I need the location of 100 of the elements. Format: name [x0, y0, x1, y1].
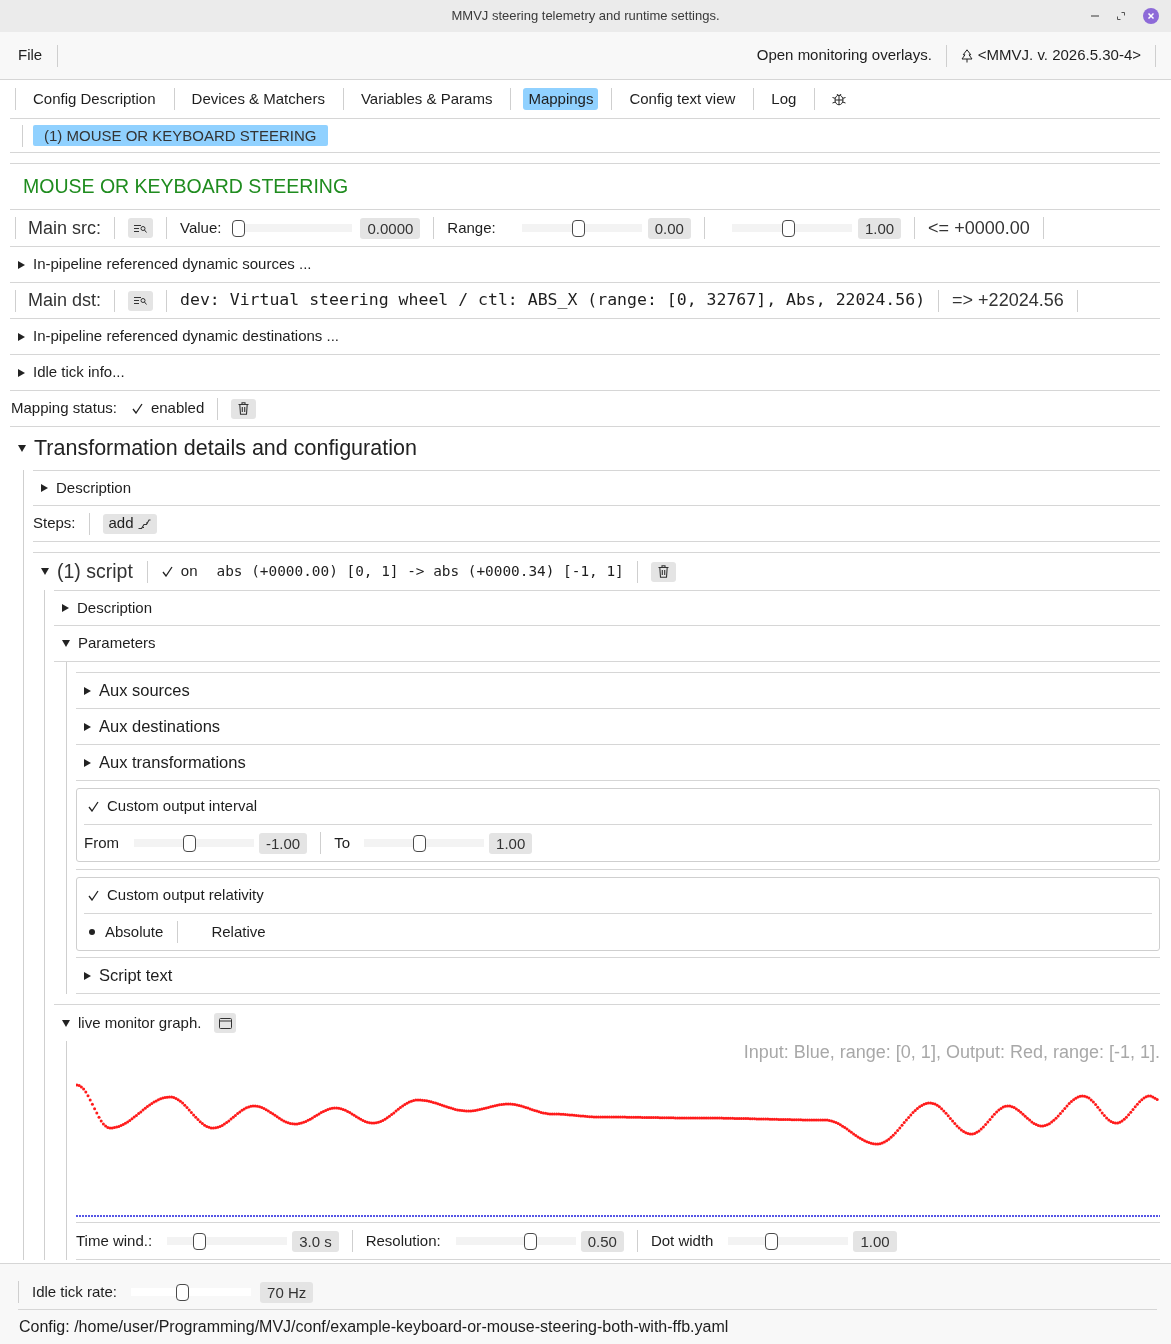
slider-handle[interactable]: [572, 220, 585, 237]
label: Dot width: [650, 1230, 714, 1251]
checkbox[interactable]: Custom output interval: [88, 795, 258, 818]
triangle-right-icon: [84, 686, 91, 695]
slider-handle[interactable]: [782, 220, 796, 237]
tab[interactable]: Variables & Params: [355, 88, 498, 110]
value-field[interactable]: 0.50: [580, 1230, 624, 1252]
menu-item[interactable]: File: [18, 44, 43, 67]
field-label: Main src:: [28, 216, 101, 240]
label: Mapping status:: [11, 398, 117, 419]
triangle-down-icon: [62, 1019, 70, 1027]
triangle-right-icon: [62, 604, 69, 612]
slider-handle[interactable]: [764, 1233, 778, 1250]
section-toggle[interactable]: Parameters: [62, 632, 156, 655]
window-button[interactable]: [214, 1013, 237, 1033]
label: Idle tick rate:: [32, 1281, 118, 1302]
close-icon[interactable]: [1143, 8, 1159, 24]
list-search-icon: [134, 296, 148, 305]
triangle-right-icon: [84, 758, 91, 767]
section-toggle[interactable]: (1) script: [41, 556, 133, 587]
bug-icon: [832, 92, 847, 106]
section-toggle[interactable]: live monitor graph.: [62, 1011, 202, 1035]
section-toggle[interactable]: Idle tick info...: [18, 361, 125, 384]
label: Steps:: [33, 513, 76, 534]
list-search-icon: [134, 223, 147, 233]
tab[interactable]: Config text view: [624, 88, 741, 110]
label: From: [84, 832, 119, 853]
browse-button[interactable]: [128, 218, 153, 238]
section-toggle[interactable]: Aux transformations: [84, 750, 246, 775]
overlays-button[interactable]: Open monitoring overlays.: [756, 44, 932, 67]
tab[interactable]: Devices & Matchers: [186, 88, 330, 110]
mapping-title: MOUSE OR KEYBOARD STEERING: [23, 173, 349, 199]
field-label: Main dst:: [28, 289, 102, 312]
check-icon: [131, 403, 143, 414]
slider-handle[interactable]: [183, 835, 197, 852]
triangle-down-icon: [41, 568, 49, 575]
delete-button[interactable]: [231, 398, 257, 419]
trash-icon: [657, 565, 669, 578]
step-curve-icon: [137, 518, 151, 529]
slider-handle[interactable]: [232, 220, 246, 237]
window-title: MMVJ steering telemetry and runtime settings.: [450, 7, 721, 26]
section-toggle[interactable]: Script text: [84, 963, 173, 988]
check-icon: [161, 566, 173, 577]
section-toggle[interactable]: Description: [62, 596, 153, 620]
triangle-right-icon: [18, 260, 25, 269]
label: Value:: [180, 217, 222, 238]
radio-option[interactable]: Relative: [195, 920, 266, 944]
slider-handle[interactable]: [176, 1284, 189, 1301]
value-field[interactable]: 70 Hz: [260, 1281, 314, 1303]
label: Range:: [447, 217, 496, 238]
checkbox[interactable]: on: [161, 560, 198, 583]
slider-handle[interactable]: [524, 1233, 538, 1250]
window-icon: [218, 1017, 232, 1029]
label: To: [334, 832, 351, 853]
section-toggle[interactable]: Description: [41, 476, 132, 500]
section-toggle[interactable]: Aux sources: [84, 678, 190, 703]
delete-button[interactable]: [650, 561, 676, 582]
triangle-right-icon: [84, 722, 91, 731]
value-field[interactable]: 1.00: [857, 217, 902, 239]
tab[interactable]: Log: [766, 88, 802, 110]
destination-result: => +22024.56: [952, 289, 1064, 312]
check-icon: [88, 890, 99, 901]
triangle-right-icon: [41, 484, 48, 492]
config-path: Config: /home/user/Programming/MVJ/conf/example-keyboard-or-mouse-steering-both-with-ffb.yaml: [19, 1317, 729, 1337]
value-field[interactable]: 0.00: [647, 217, 691, 239]
section-toggle[interactable]: Transformation details and configuration: [18, 432, 417, 465]
triangle-right-icon: [84, 971, 91, 980]
tab[interactable]: Config Description: [28, 88, 161, 110]
value-field[interactable]: -1.00: [259, 832, 308, 854]
destination-target: dev: Virtual steering wheel / ctl: ABS_X (range: [0, 32767], Abs, 22024.56): [180, 289, 926, 312]
triangle-right-icon: [18, 332, 25, 341]
add-step-button[interactable]: add: [102, 513, 157, 534]
checkbox[interactable]: enabled: [131, 397, 205, 420]
source-result: <= +0000.00: [928, 216, 1030, 240]
slider-handle[interactable]: [413, 835, 427, 852]
slider-handle[interactable]: [192, 1233, 206, 1250]
section-toggle[interactable]: In-pipeline referenced dynamic sources ...: [18, 253, 312, 276]
version-button[interactable]: <MMVJ. v. 2026.5.30-4>: [960, 44, 1141, 67]
tab[interactable]: (1) MOUSE OR KEYBOARD STEERING: [33, 125, 328, 146]
value-field[interactable]: 3.0 s: [292, 1230, 339, 1252]
checkbox[interactable]: Custom output relativity: [88, 884, 264, 907]
label: Resolution:: [365, 1230, 441, 1251]
value-field[interactable]: 1.00: [853, 1230, 897, 1252]
tab[interactable]: Mappings: [523, 88, 599, 110]
tree-icon: [960, 48, 973, 63]
browse-button[interactable]: [128, 290, 154, 311]
value-field[interactable]: 0.0000: [360, 217, 421, 239]
graph-legend: Input: Blue, range: [0, 1], Output: Red, range: [-1, 1].: [743, 1038, 1160, 1066]
trash-icon: [238, 402, 250, 415]
radio-option[interactable]: Absolute: [89, 920, 164, 944]
triangle-down-icon: [62, 640, 70, 647]
section-toggle[interactable]: Aux destinations: [84, 714, 221, 739]
value-field[interactable]: 1.00: [489, 832, 533, 854]
triangle-right-icon: [18, 368, 25, 377]
section-toggle[interactable]: In-pipeline referenced dynamic destinations ...: [18, 325, 339, 348]
label: Time wind.:: [76, 1230, 153, 1251]
restore-icon[interactable]: [1117, 12, 1125, 20]
step-summary: abs (+0000.00) [0, 1] -> abs (+0000.34) [-1, 1]: [216, 561, 624, 581]
triangle-down-icon: [18, 445, 26, 452]
check-icon: [88, 801, 99, 812]
